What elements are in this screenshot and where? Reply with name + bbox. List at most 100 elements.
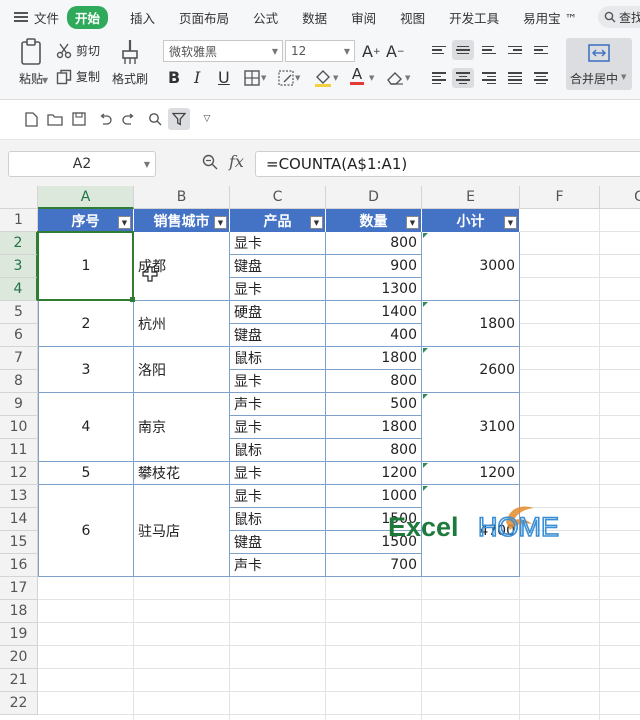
cell-product[interactable]: 鼠标	[230, 508, 326, 531]
font-color-button[interactable]: A	[350, 67, 364, 85]
cell-product[interactable]: 键盘	[230, 531, 326, 554]
cell-city[interactable]: 南京	[134, 393, 230, 462]
clear-button[interactable]: ▼	[386, 70, 410, 86]
cell-style-button[interactable]: ▼	[278, 70, 300, 86]
column-header-g[interactable]: G	[600, 186, 640, 209]
row-header-13[interactable]: 13	[0, 485, 38, 508]
cell-quantity[interactable]: 1200	[326, 462, 422, 485]
column-header-c[interactable]: C	[230, 186, 326, 209]
hamburger-icon[interactable]	[14, 12, 28, 22]
row-header-19[interactable]: 19	[0, 623, 38, 646]
font-name-select[interactable]: 微软雅黑 ▼	[163, 40, 283, 62]
align-middle-button[interactable]	[452, 40, 474, 60]
align-center-button[interactable]	[452, 68, 474, 88]
row-header-6[interactable]: 6	[0, 324, 38, 347]
italic-button[interactable]: I	[194, 68, 200, 87]
chevron-down-icon[interactable]: ▼	[369, 74, 374, 82]
row-header-16[interactable]: 16	[0, 554, 38, 577]
cell-subtotal[interactable]: 2600	[422, 347, 520, 393]
cell-quantity[interactable]: 1800	[326, 416, 422, 439]
row-header-1[interactable]: 1	[0, 209, 38, 232]
column-header-f[interactable]: F	[520, 186, 600, 209]
column-header-e[interactable]: E	[422, 186, 520, 209]
cell-city[interactable]: 洛阳	[134, 347, 230, 393]
filter-dropdown-icon[interactable]: ▼	[118, 216, 131, 229]
bold-button[interactable]: B	[168, 68, 180, 87]
menu-data[interactable]: 数据	[302, 8, 327, 27]
cell-product[interactable]: 声卡	[230, 554, 326, 577]
cell-seq-no[interactable]: 6	[38, 485, 134, 577]
redo-button[interactable]	[120, 110, 138, 128]
customize-toolbar-button[interactable]: ▽	[198, 110, 216, 128]
row-header-18[interactable]: 18	[0, 600, 38, 623]
cell-product[interactable]: 显卡	[230, 485, 326, 508]
row-header-7[interactable]: 7	[0, 347, 38, 370]
font-size-select[interactable]: 12 ▼	[285, 40, 355, 62]
formula-input[interactable]: =COUNTA(A$1:A1)	[255, 151, 640, 177]
menu-file[interactable]: 文件	[34, 8, 59, 27]
borders-button[interactable]: ▼	[244, 70, 266, 86]
cell-product[interactable]: 硬盘	[230, 301, 326, 324]
menu-page-layout[interactable]: 页面布局	[179, 8, 229, 27]
format-painter-button[interactable]: 格式刷	[110, 38, 150, 87]
cell-seq-no[interactable]: 4	[38, 393, 134, 462]
cell-quantity[interactable]: 1300	[326, 278, 422, 301]
cell-subtotal[interactable]: 3100	[422, 393, 520, 462]
open-button[interactable]	[46, 110, 64, 128]
row-header-10[interactable]: 10	[0, 416, 38, 439]
row-header-14[interactable]: 14	[0, 508, 38, 531]
cell-product[interactable]: 鼠标	[230, 439, 326, 462]
cell-quantity[interactable]: 700	[326, 554, 422, 577]
row-header-21[interactable]: 21	[0, 669, 38, 692]
row-header-22[interactable]: 22	[0, 692, 38, 715]
fill-color-button[interactable]: ▼	[314, 68, 338, 88]
cell-city[interactable]: 杭州	[134, 301, 230, 347]
cell-quantity[interactable]: 800	[326, 370, 422, 393]
row-header-5[interactable]: 5	[0, 301, 38, 324]
cell-product[interactable]: 显卡	[230, 232, 326, 255]
filter-button[interactable]	[168, 108, 190, 130]
cell-quantity[interactable]: 500	[326, 393, 422, 416]
select-all-corner[interactable]	[0, 186, 38, 209]
merge-center-button[interactable]: 合并居中 ▼	[566, 38, 632, 90]
cell-quantity[interactable]: 800	[326, 232, 422, 255]
save-button[interactable]	[70, 110, 88, 128]
filter-dropdown-icon[interactable]: ▼	[214, 216, 227, 229]
cell-subtotal[interactable]: 3000	[422, 232, 520, 301]
find-button[interactable]	[146, 110, 164, 128]
filter-dropdown-icon[interactable]: ▼	[406, 216, 419, 229]
row-header-11[interactable]: 11	[0, 439, 38, 462]
cell-city[interactable]: 攀枝花	[134, 462, 230, 485]
menu-insert[interactable]: 插入	[130, 8, 155, 27]
underline-button[interactable]: U	[218, 68, 230, 87]
filter-dropdown-icon[interactable]: ▼	[504, 216, 517, 229]
column-header-d[interactable]: D	[326, 186, 422, 209]
justify-button[interactable]	[504, 68, 526, 88]
cell-product[interactable]: 声卡	[230, 393, 326, 416]
menu-home[interactable]: 开始	[67, 5, 109, 29]
sheet-grid[interactable]: A B C D E F G 1 2 3 4 5 6 7 8 9 10 11 12 13 14 15 16 17 18 19 20 21…	[0, 186, 640, 720]
cell-product[interactable]: 显卡	[230, 416, 326, 439]
undo-button[interactable]	[96, 110, 114, 128]
cell-quantity[interactable]: 1800	[326, 347, 422, 370]
cell-subtotal[interactable]: 1200	[422, 462, 520, 485]
decrease-indent-button[interactable]	[504, 40, 526, 60]
column-header-b[interactable]: B	[134, 186, 230, 209]
align-right-button[interactable]	[478, 68, 500, 88]
cell-product[interactable]: 显卡	[230, 370, 326, 393]
cell-seq-no[interactable]: 5	[38, 462, 134, 485]
zoom-formula-button[interactable]	[202, 154, 218, 174]
cut-button[interactable]: 剪切	[56, 42, 100, 59]
cell-subtotal[interactable]: 1800	[422, 301, 520, 347]
cell-seq-no[interactable]: 1	[38, 232, 134, 301]
menu-view[interactable]: 视图	[400, 8, 425, 27]
search-box[interactable]: 查找	[598, 6, 640, 28]
cell-product[interactable]: 键盘	[230, 255, 326, 278]
row-header-20[interactable]: 20	[0, 646, 38, 669]
row-header-4[interactable]: 4	[0, 278, 38, 301]
insert-function-button[interactable]: fx	[229, 152, 244, 171]
align-bottom-button[interactable]	[478, 40, 500, 60]
cell-seq-no[interactable]: 2	[38, 301, 134, 347]
decrease-font-button[interactable]: A −	[386, 42, 405, 61]
cell-product[interactable]: 键盘	[230, 324, 326, 347]
